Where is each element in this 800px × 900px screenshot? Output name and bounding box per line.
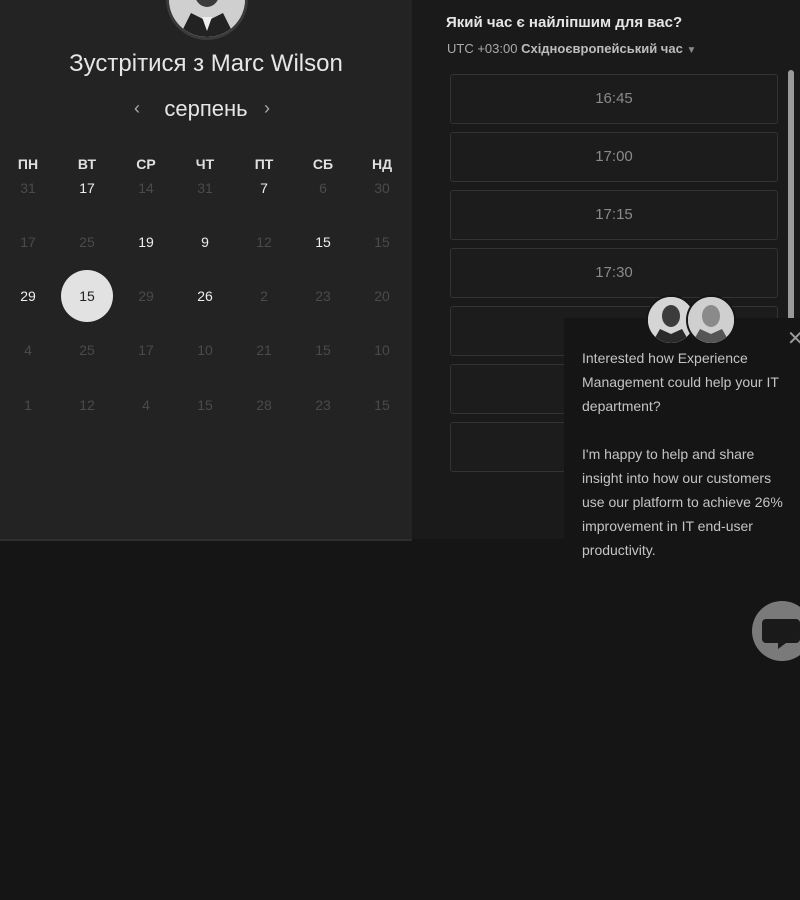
calendar-day: 21: [256, 342, 272, 358]
calendar-day[interactable]: 7: [239, 178, 289, 198]
chat-message: Interested how Experience Management cou…: [582, 346, 796, 586]
calendar-day: 28: [256, 397, 272, 413]
calendar-day: 29: [138, 288, 154, 304]
weekday-label: СР: [136, 156, 156, 172]
calendar-day: 17: [138, 342, 154, 358]
calendar-day: 12: [256, 234, 272, 250]
time-slot-button[interactable]: 17:15: [450, 190, 778, 240]
weekday-label: ВТ: [77, 156, 97, 172]
chat-paragraph: I'm happy to help and share insight into…: [582, 446, 783, 558]
calendar-day: 4: [142, 397, 150, 413]
calendar-day[interactable]: 17: [62, 178, 112, 198]
calendar-day: 6: [319, 180, 327, 196]
chevron-right-icon[interactable]: ›: [264, 98, 270, 119]
calendar-day: 25: [79, 342, 95, 358]
chat-paragraph: Interested how Experience Management cou…: [582, 350, 779, 414]
time-question: Який час є найліпшим для вас?: [446, 14, 683, 31]
calendar-day: 31: [20, 180, 36, 196]
calendar-day: 14: [138, 180, 154, 196]
calendar-day: 15: [374, 234, 390, 250]
calendar-day[interactable]: 9: [180, 232, 230, 252]
calendar-day: 31: [197, 180, 213, 196]
weekday-label: ЧТ: [195, 156, 215, 172]
calendar-day: 15: [315, 342, 331, 358]
timezone-name: Східноєвропейський час: [521, 41, 683, 56]
agent-avatar: [686, 295, 736, 345]
timezone-offset: UTC +03:00: [447, 41, 518, 56]
calendar-day: 25: [79, 234, 95, 250]
host-avatar: [166, 0, 248, 40]
chat-launcher-button[interactable]: [752, 601, 800, 661]
calendar-day-selected[interactable]: 15: [61, 270, 113, 322]
weekday-label: СБ: [312, 156, 334, 172]
meeting-title: Зустрітися з Marc Wilson: [69, 50, 343, 77]
calendar-day: 2: [260, 288, 268, 304]
calendar-day: 15: [197, 397, 213, 413]
weekday-label: НД: [371, 156, 393, 172]
calendar-panel: Зустрітися з Marc Wilson ‹ серпень › ПН В…: [0, 0, 412, 541]
calendar-day: 1: [24, 397, 32, 413]
calendar-day: 4: [24, 342, 32, 358]
chat-bubble-icon: [762, 619, 800, 649]
month-label: серпень: [164, 96, 248, 121]
calendar-day: 10: [374, 342, 390, 358]
weekday-label: ПН: [17, 156, 39, 172]
calendar-day[interactable]: 29: [3, 286, 53, 306]
calendar-day: 20: [374, 288, 390, 304]
calendar-day[interactable]: 15: [298, 232, 348, 252]
caret-down-icon: ▼: [686, 45, 697, 56]
timezone-selector[interactable]: UTC +03:00 Східноєвропейський час ▼: [447, 41, 696, 56]
calendar-day: 10: [197, 342, 213, 358]
calendar-day: 30: [374, 180, 390, 196]
calendar-day: 17: [20, 234, 36, 250]
calendar-day[interactable]: 26: [180, 286, 230, 306]
calendar-day: 12: [79, 397, 95, 413]
calendar-day[interactable]: 19: [121, 232, 171, 252]
time-slot-button[interactable]: 17:30: [450, 248, 778, 298]
time-slot-button[interactable]: 16:45: [450, 74, 778, 124]
time-slot-button[interactable]: 17:00: [450, 132, 778, 182]
weekday-label: ПТ: [254, 156, 274, 172]
calendar-day: 15: [374, 397, 390, 413]
calendar-day: 23: [315, 288, 331, 304]
calendar-day: 23: [315, 397, 331, 413]
